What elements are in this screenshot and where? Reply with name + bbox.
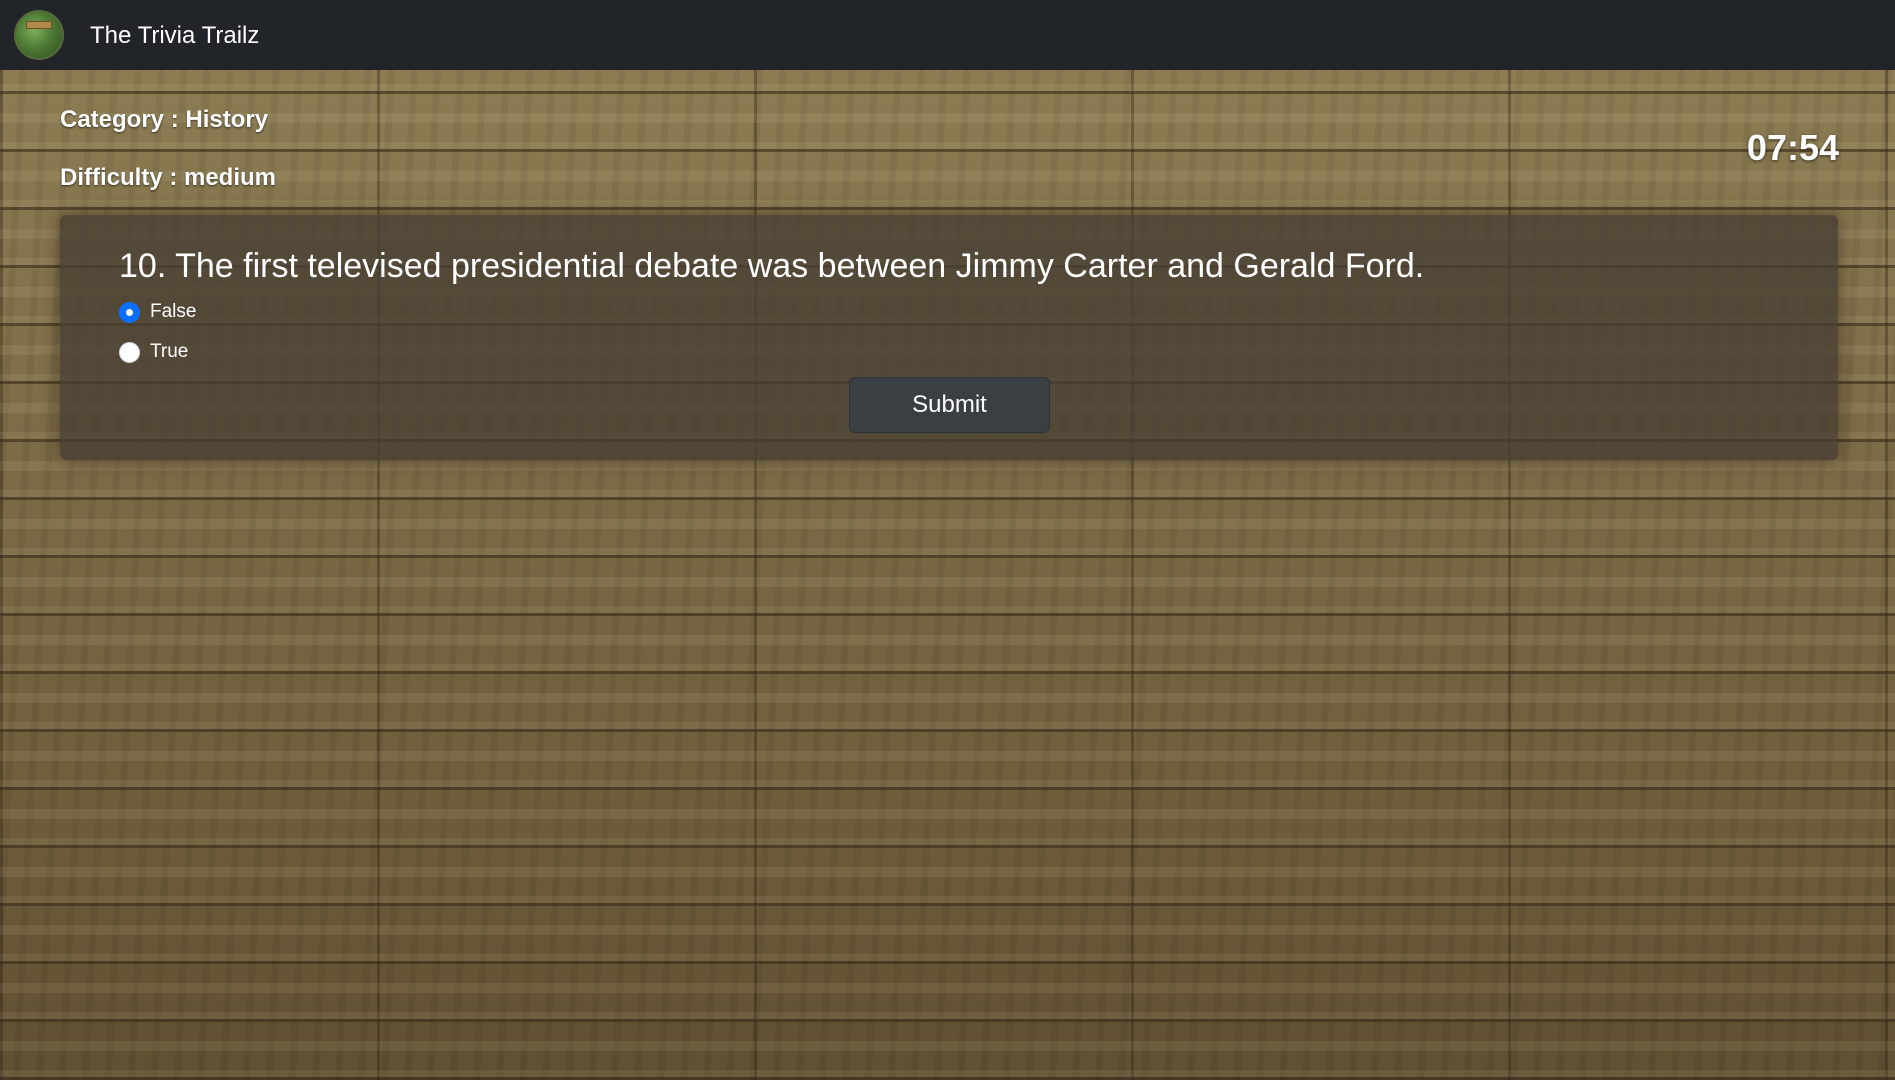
radio-true[interactable] [119,341,140,363]
question-card: 10. The first televised presidential deb… [60,215,1838,460]
option-true-label: True [150,341,189,362]
submit-button[interactable]: Submit [849,377,1050,433]
countdown-timer: 07:54 [1746,127,1839,168]
logo-icon[interactable] [14,10,64,60]
top-navbar: The Trivia Trailz [0,0,1895,70]
option-true[interactable]: True [119,341,188,363]
option-false-label: False [150,301,197,322]
difficulty-label: Difficulty : medium [60,164,277,191]
question-text: 10. The first televised presidential deb… [119,247,1425,285]
brand-title[interactable]: The Trivia Trailz [90,22,259,50]
category-label: Category : History [60,106,269,133]
option-false[interactable]: False [119,301,196,323]
radio-false[interactable] [119,301,140,323]
